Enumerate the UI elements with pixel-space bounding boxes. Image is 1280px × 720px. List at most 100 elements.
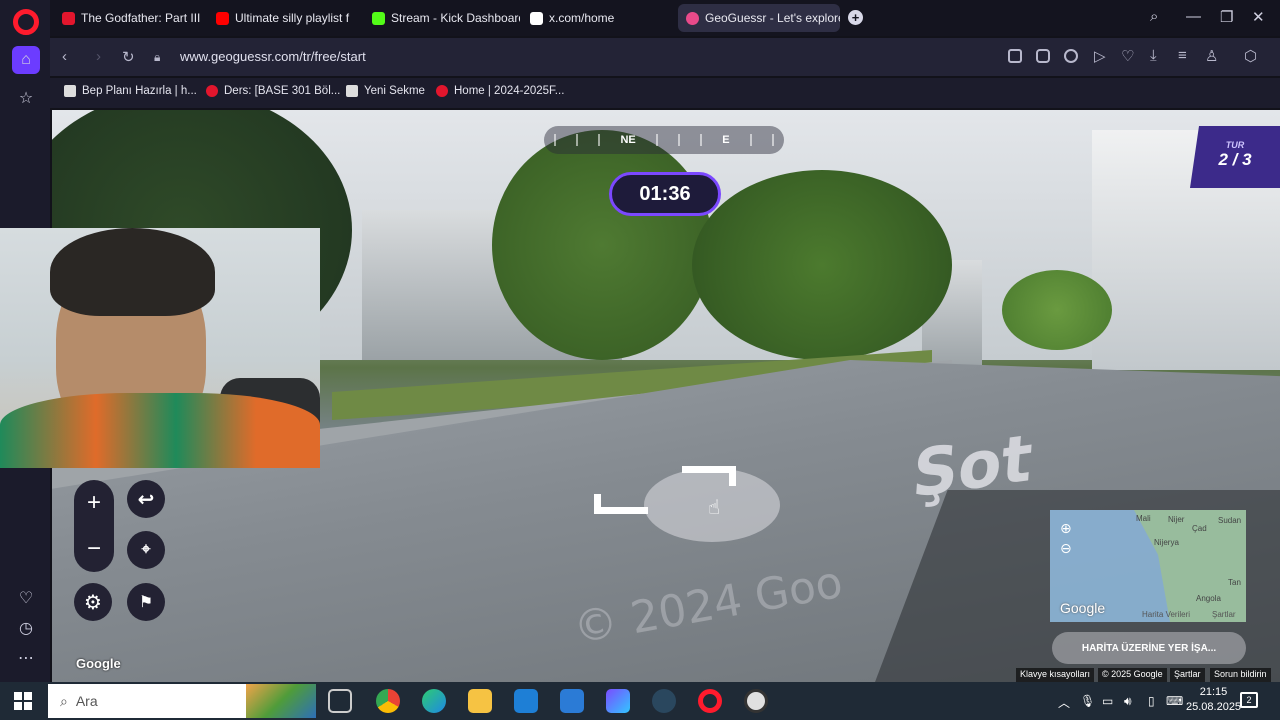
profile-icon[interactable]: ♙ xyxy=(1205,47,1218,65)
screen: ⌂ ☆ ♡ ◷ ⋯ The Godfather: Part III - B Ul… xyxy=(0,0,1280,720)
flag-button[interactable]: ⚑ xyxy=(127,583,165,621)
bookmark-label: Yeni Sekme xyxy=(364,85,425,97)
tab-bar: The Godfather: Part III - B Ultimate sil… xyxy=(50,0,1280,36)
history-icon[interactable]: ◷ xyxy=(12,614,40,642)
compass-tick xyxy=(677,134,680,146)
move-arrow-right-icon[interactable] xyxy=(682,466,736,486)
google-logo: Google xyxy=(76,656,121,671)
opera-logo-icon[interactable] xyxy=(13,9,39,35)
address-bar: ‹ › ↻ 🔒︎ www.geoguessr.com/tr/free/start… xyxy=(50,38,1280,76)
search-highlight-image xyxy=(246,684,316,718)
compass-label-e: E xyxy=(722,134,730,146)
clock-time: 21:15 xyxy=(1199,686,1228,698)
minimap-map-data[interactable]: Harita Verileri xyxy=(1142,610,1190,619)
heart-icon[interactable]: ♡ xyxy=(12,584,40,612)
zoom-in-button[interactable]: + xyxy=(74,480,114,526)
terms-link[interactable]: Şartlar xyxy=(1170,668,1205,682)
streamer-hair xyxy=(50,228,215,316)
minimap-zoom-in-button[interactable]: ⊕ xyxy=(1060,518,1072,538)
kick-icon xyxy=(372,11,385,25)
copilot-icon[interactable] xyxy=(606,689,630,713)
round-timer: 01:36 xyxy=(609,172,721,216)
tab-playlist[interactable]: Ultimate silly playlist f xyxy=(208,4,360,32)
geoguessr-icon xyxy=(686,11,699,25)
bookmark-item[interactable]: Bep Planı Hazırla | h... xyxy=(64,85,197,97)
opera-taskbar-icon[interactable] xyxy=(698,689,722,713)
edit-icon[interactable] xyxy=(1008,49,1022,63)
download-icon[interactable]: ⤓ xyxy=(1150,47,1157,64)
return-to-start-button[interactable]: ⌖ xyxy=(127,531,165,569)
url-field[interactable]: www.geoguessr.com/tr/free/start xyxy=(180,49,366,64)
report-problem-link[interactable]: Sorun bildirin xyxy=(1210,668,1271,682)
favorite-icon[interactable]: ♡ xyxy=(1121,47,1134,65)
battery-icon[interactable]: ▯ xyxy=(1148,694,1155,708)
menu-icon[interactable]: ≡ xyxy=(1178,47,1187,64)
minimap-terms[interactable]: Şartlar xyxy=(1212,610,1236,619)
clock[interactable]: 21:15 25.08.2025 xyxy=(1186,685,1241,715)
camera-icon[interactable] xyxy=(1036,49,1050,63)
map-label: Angola xyxy=(1196,594,1221,603)
notification-center-icon[interactable]: 2 xyxy=(1240,692,1258,708)
language-icon[interactable]: ⌨ xyxy=(1166,694,1183,708)
tab-title: Ultimate silly playlist f xyxy=(235,11,350,25)
mail-icon[interactable] xyxy=(514,689,538,713)
star-icon[interactable]: ☆ xyxy=(12,84,40,112)
place-pin-button[interactable]: HARİTA ÜZERİNE YER İŞA... xyxy=(1052,632,1246,664)
minimize-icon[interactable]: — xyxy=(1186,8,1201,25)
document-icon xyxy=(346,85,358,97)
volume-icon[interactable]: 🔊︎ xyxy=(1124,694,1132,709)
undo-move-button[interactable]: ↩ xyxy=(127,480,165,518)
taskbar-search[interactable]: ⌕ Ara xyxy=(48,684,316,718)
file-explorer-icon[interactable] xyxy=(468,689,492,713)
zoom-out-button[interactable]: − xyxy=(74,526,114,572)
tab-kick[interactable]: Stream - Kick Dashboard xyxy=(364,4,520,32)
windows-start-icon[interactable] xyxy=(14,692,32,710)
compass-tick xyxy=(655,134,658,146)
map-label: Sudan xyxy=(1218,516,1242,525)
home-icon[interactable]: ⌂ xyxy=(12,46,40,74)
new-tab-icon[interactable]: + xyxy=(848,10,863,25)
store-icon[interactable] xyxy=(560,689,584,713)
edge-icon[interactable] xyxy=(422,689,446,713)
restore-icon[interactable]: ❐ xyxy=(1220,8,1233,26)
clock-date: 25.08.2025 xyxy=(1186,701,1242,713)
network-icon[interactable]: ▭ xyxy=(1102,694,1113,708)
bookmark-item[interactable]: Ders: [BASE 301 Böl... xyxy=(206,85,340,97)
minimap-zoom-out-button[interactable]: ⊖ xyxy=(1060,538,1072,558)
play-icon[interactable]: ▷ xyxy=(1094,47,1106,65)
search-tabs-icon[interactable]: ⌕ xyxy=(1150,8,1158,25)
close-icon[interactable]: ✕ xyxy=(1252,8,1265,26)
tray-overflow-icon[interactable]: ︿ xyxy=(1058,694,1070,711)
tab-geoguessr[interactable]: GeoGuessr - Let's explore xyxy=(678,4,840,32)
keyboard-shortcuts-link[interactable]: Klavye kısayolları xyxy=(1016,668,1095,682)
lock-icon[interactable]: 🔒︎ xyxy=(154,50,160,65)
obs-icon[interactable] xyxy=(744,689,768,713)
opera-icon xyxy=(206,85,218,97)
move-arrow-left-icon[interactable] xyxy=(594,494,648,514)
compass-tick xyxy=(598,134,601,146)
copyright-text: © 2025 Google xyxy=(1098,668,1167,682)
hand-cursor-icon: ☝ xyxy=(708,497,721,519)
map-label: Nijerya xyxy=(1154,538,1179,547)
forward-icon[interactable]: › xyxy=(96,48,101,65)
compass-tick xyxy=(749,134,752,146)
back-icon[interactable]: ‹ xyxy=(62,48,67,65)
steam-icon[interactable] xyxy=(652,689,676,713)
streamer-shirt xyxy=(0,393,320,468)
microphone-icon[interactable]: 🎙︎ xyxy=(1080,694,1095,708)
more-icon[interactable]: ⋯ xyxy=(12,644,40,672)
shield-icon[interactable] xyxy=(1064,49,1078,63)
chrome-icon[interactable] xyxy=(376,689,400,713)
settings-button[interactable]: ⚙ xyxy=(74,583,112,621)
task-view-icon[interactable] xyxy=(328,689,352,713)
tab-favicon-icon xyxy=(62,11,75,25)
reload-icon[interactable]: ↻ xyxy=(122,48,135,66)
tab-godfather[interactable]: The Godfather: Part III - B xyxy=(54,4,204,32)
tab-x[interactable]: x.com/home xyxy=(522,4,674,32)
bookmark-item[interactable]: Yeni Sekme xyxy=(346,85,425,97)
extensions-icon[interactable]: ⬡ xyxy=(1244,47,1257,65)
opera-icon xyxy=(436,85,448,97)
youtube-icon xyxy=(216,11,229,25)
bookmark-item[interactable]: Home | 2024-2025F... xyxy=(436,85,564,97)
round-counter: 2 / 3 xyxy=(1218,150,1252,169)
